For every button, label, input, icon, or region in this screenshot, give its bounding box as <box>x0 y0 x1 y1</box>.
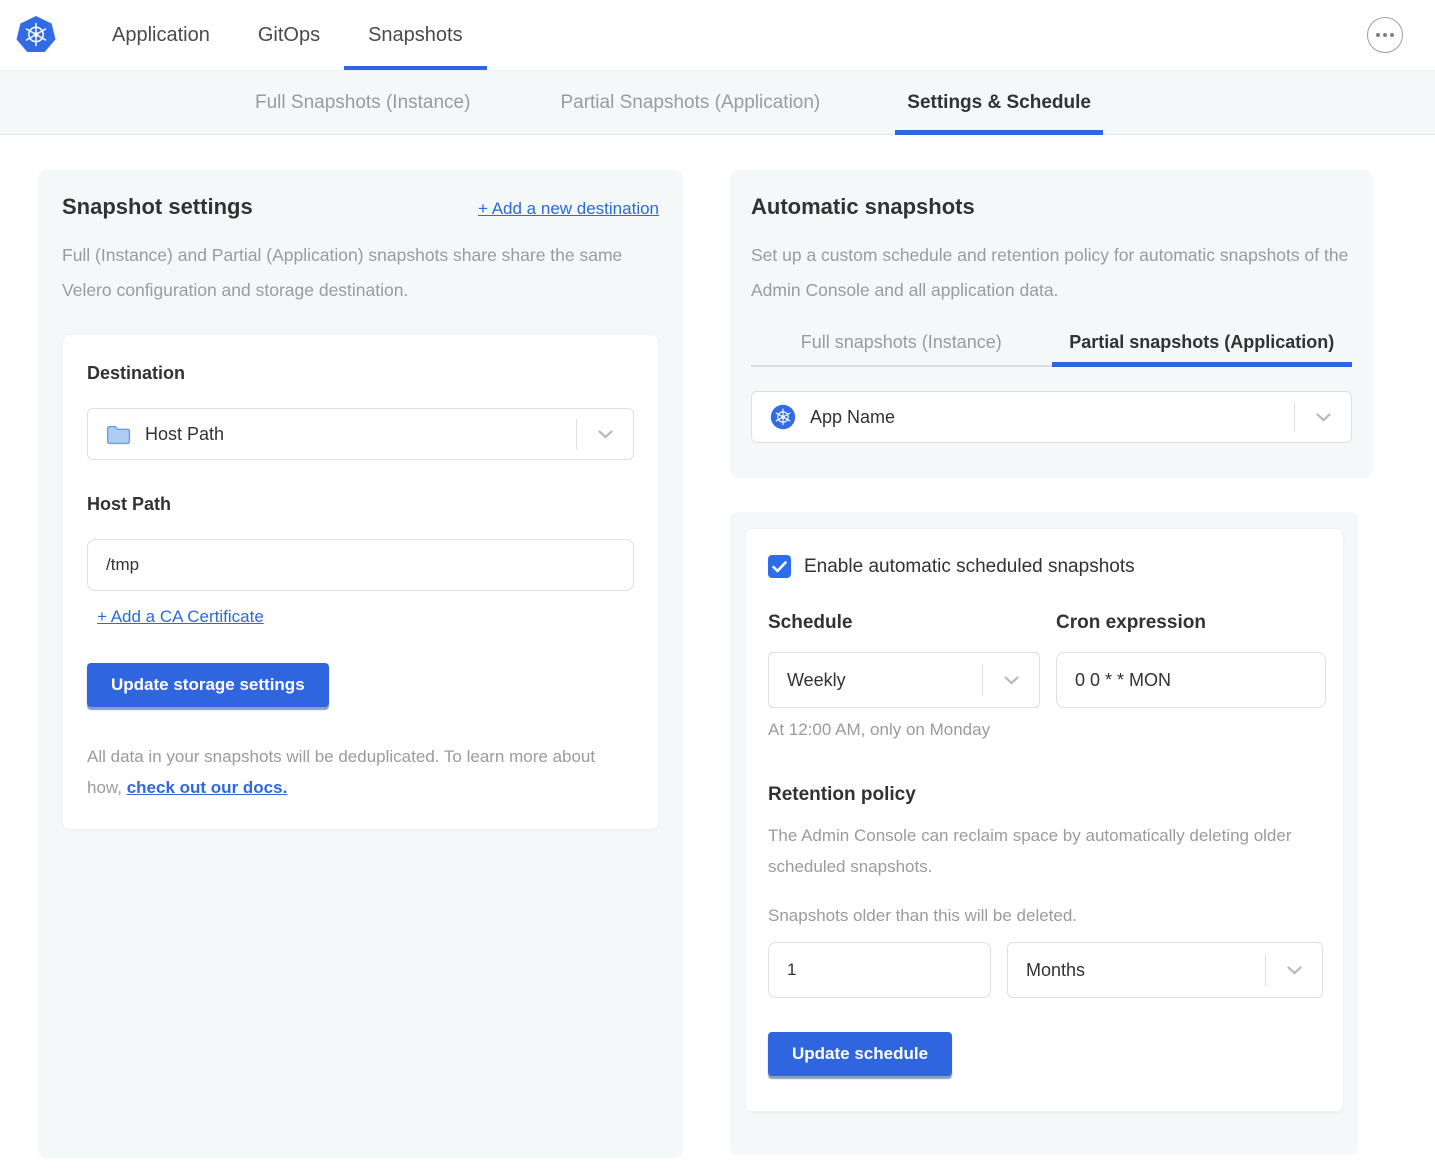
chevron-down-icon[interactable] <box>983 676 1039 685</box>
retention-unit-value: Months <box>1026 960 1085 981</box>
main-content: Snapshot settings + Add a new destinatio… <box>0 135 1435 1170</box>
nav-tabs: Application GitOps Snapshots <box>88 0 487 70</box>
enable-snapshots-checkbox[interactable] <box>768 555 791 578</box>
app-kubernetes-icon <box>770 404 796 430</box>
folder-icon <box>106 424 131 445</box>
top-nav: Application GitOps Snapshots <box>0 0 1435 70</box>
chevron-down-icon[interactable] <box>1266 966 1322 975</box>
retention-hint: Snapshots older than this will be delete… <box>768 906 1321 926</box>
automatic-snapshots-description: Set up a custom schedule and retention p… <box>751 238 1351 308</box>
snapshot-settings-title: Snapshot settings <box>62 194 253 220</box>
ellipsis-icon <box>1376 33 1380 37</box>
update-storage-settings-button[interactable]: Update storage settings <box>87 663 329 707</box>
app-select[interactable]: App Name <box>751 391 1352 443</box>
chevron-down-icon[interactable] <box>577 430 633 439</box>
nav-tab-application[interactable]: Application <box>88 0 234 70</box>
automatic-snapshots-card: Automatic snapshots Set up a custom sche… <box>730 170 1373 478</box>
kubernetes-logo-icon <box>16 15 56 55</box>
retention-description: The Admin Console can reclaim space by a… <box>768 820 1298 882</box>
update-schedule-button[interactable]: Update schedule <box>768 1032 952 1076</box>
tab-partial-snapshots-application[interactable]: Partial snapshots (Application) <box>1052 318 1353 367</box>
schedule-panel: Enable automatic scheduled snapshots Sch… <box>745 528 1344 1112</box>
schedule-interval-select[interactable]: Weekly <box>768 652 1040 708</box>
host-path-input[interactable] <box>87 539 634 591</box>
tab-full-snapshots-instance[interactable]: Full snapshots (Instance) <box>751 318 1052 367</box>
retention-unit-select[interactable]: Months <box>1007 942 1323 998</box>
snapshots-subnav: Full Snapshots (Instance) Partial Snapsh… <box>0 70 1435 135</box>
nav-tab-gitops[interactable]: GitOps <box>234 0 344 70</box>
retention-policy-title: Retention policy <box>768 784 1321 806</box>
snapshot-settings-card: Snapshot settings + Add a new destinatio… <box>38 170 683 1158</box>
app-selected-value: App Name <box>810 407 895 428</box>
cron-expression-input[interactable] <box>1056 652 1326 708</box>
destination-label: Destination <box>87 363 634 384</box>
dedup-note: All data in your snapshots will be dedup… <box>87 741 634 803</box>
automatic-snapshots-title: Automatic snapshots <box>751 194 1352 220</box>
schedule-card-wrapper: Enable automatic scheduled snapshots Sch… <box>730 512 1358 1155</box>
snapshot-type-tabs: Full snapshots (Instance) Partial snapsh… <box>751 318 1352 367</box>
retention-value-input[interactable] <box>768 942 991 998</box>
cron-expression-label: Cron expression <box>1056 612 1326 634</box>
enable-snapshots-row[interactable]: Enable automatic scheduled snapshots <box>768 555 1321 578</box>
add-destination-link[interactable]: + Add a new destination <box>478 199 659 219</box>
schedule-selected-value: Weekly <box>787 670 846 691</box>
subnav-tab-settings-schedule[interactable]: Settings & Schedule <box>895 71 1103 134</box>
cron-hint: At 12:00 AM, only on Monday <box>768 720 1321 740</box>
more-options-button[interactable] <box>1367 17 1403 53</box>
enable-snapshots-label: Enable automatic scheduled snapshots <box>804 556 1135 578</box>
snapshot-settings-description: Full (Instance) and Partial (Application… <box>62 238 659 308</box>
subnav-tab-partial-snapshots[interactable]: Partial Snapshots (Application) <box>560 71 820 134</box>
destination-selected-value: Host Path <box>145 424 224 445</box>
nav-tab-snapshots[interactable]: Snapshots <box>344 0 487 70</box>
host-path-label: Host Path <box>87 494 634 515</box>
add-ca-certificate-link[interactable]: + Add a CA Certificate <box>97 607 264 627</box>
destination-select[interactable]: Host Path <box>87 408 634 460</box>
schedule-label: Schedule <box>768 612 1040 634</box>
docs-link[interactable]: check out our docs. <box>127 778 288 797</box>
subnav-tab-full-snapshots[interactable]: Full Snapshots (Instance) <box>255 71 470 134</box>
storage-settings-panel: Destination Host Path Host Path + Add a … <box>62 334 659 830</box>
chevron-down-icon[interactable] <box>1295 413 1351 422</box>
